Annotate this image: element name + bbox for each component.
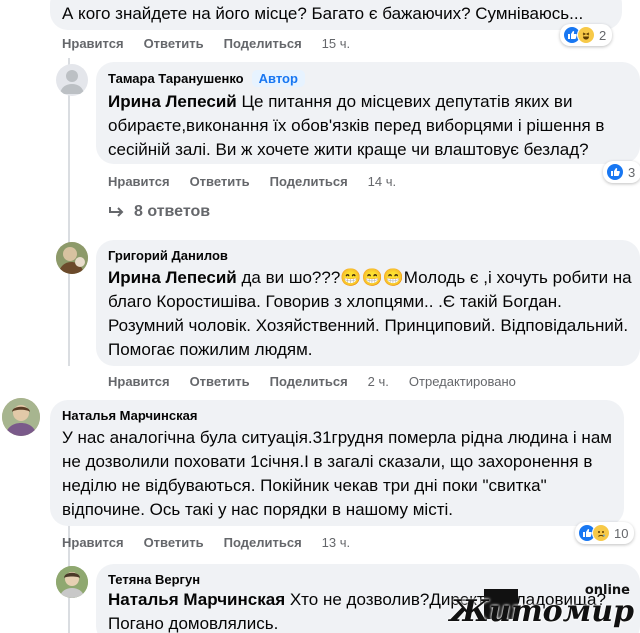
share-button[interactable]: Поделиться xyxy=(224,36,302,51)
comment-actions: Нравится Ответить Поделиться 13 ч. xyxy=(62,535,370,550)
comment-bubble: Тамара Таранушенко Автор Ирина Лепесий Ц… xyxy=(96,62,640,164)
haha-reaction-icon xyxy=(577,26,595,44)
comment-author[interactable]: Тетяна Вергун xyxy=(108,572,200,587)
share-button[interactable]: Поделиться xyxy=(224,535,302,550)
avatar[interactable] xyxy=(56,242,88,274)
comment-text: Ирина Лепесий Це питання до місцевих деп… xyxy=(108,90,632,162)
comment-bubble: Григорий Данилов Ирина Лепесий да ви шо?… xyxy=(96,240,640,366)
reply-button[interactable]: Ответить xyxy=(190,174,250,189)
reaction-summary[interactable]: 2 xyxy=(560,24,613,46)
like-button[interactable]: Нравится xyxy=(62,36,124,51)
comment-author[interactable]: Григорий Данилов xyxy=(108,248,228,263)
comment-bubble: Наталья Марчинская У нас аналогічна була… xyxy=(50,400,624,526)
avatar[interactable] xyxy=(56,64,88,96)
comment-timestamp[interactable]: 13 ч. xyxy=(322,535,350,550)
mention-link[interactable]: Наталья Марчинская xyxy=(108,590,285,609)
like-reaction-icon xyxy=(606,163,624,181)
mention-link[interactable]: Ирина Лепесий xyxy=(108,92,237,111)
comment-text: У нас аналогічна була ситуація.31грудня … xyxy=(62,428,612,519)
comment-timestamp[interactable]: 2 ч. xyxy=(368,374,389,389)
replies-count: 8 ответов xyxy=(134,203,211,220)
sad-reaction-icon xyxy=(592,524,610,542)
avatar[interactable] xyxy=(2,398,40,436)
comment-body-continued: Погано домовлялись. xyxy=(108,614,279,633)
comment-author[interactable]: Тамара Таранушенко xyxy=(108,71,244,86)
share-button[interactable]: Поделиться xyxy=(270,374,348,389)
comment-actions: Нравится Ответить Поделиться 15 ч. xyxy=(62,36,370,51)
author-badge: Автор xyxy=(251,70,305,87)
like-button[interactable]: Нравится xyxy=(108,374,170,389)
reply-button[interactable]: Ответить xyxy=(190,374,250,389)
reaction-summary[interactable]: 3 xyxy=(603,161,640,183)
comment-text: А кого знайдете на його місце? Багато є … xyxy=(62,4,584,23)
profile-photo-icon xyxy=(2,398,40,436)
comment-actions: Нравится Ответить Поделиться 2 ч. Отреда… xyxy=(108,374,516,389)
comment-body: да ви шо???😁😁😁 xyxy=(236,268,404,287)
site-watermark: online Житомир xyxy=(450,583,634,629)
reaction-count: 10 xyxy=(614,525,629,541)
like-button[interactable]: Нравится xyxy=(108,174,170,189)
like-button[interactable]: Нравится xyxy=(62,535,124,550)
reply-button[interactable]: Ответить xyxy=(144,535,204,550)
comment-actions: Нравится Ответить Поделиться 14 ч. xyxy=(108,174,416,189)
thread-connector xyxy=(68,216,70,366)
reply-button[interactable]: Ответить xyxy=(144,36,204,51)
comment-bubble: А кого знайдете на його місце? Багато є … xyxy=(50,0,622,30)
view-replies-button[interactable]: 8 ответов xyxy=(108,203,210,221)
reply-arrow-icon xyxy=(109,207,124,217)
watermark-name: Житомир xyxy=(449,594,634,629)
profile-photo-icon xyxy=(56,242,88,274)
reaction-summary[interactable]: 10 xyxy=(575,522,635,544)
comment-text: Ирина Лепесий да ви шо???😁😁😁Молодь є ,і … xyxy=(108,266,632,362)
default-avatar-icon xyxy=(60,70,84,94)
avatar[interactable] xyxy=(56,566,88,598)
comment-author[interactable]: Наталья Марчинская xyxy=(62,408,197,423)
reaction-count: 2 xyxy=(599,27,607,43)
edited-label: Отредактировано xyxy=(408,374,516,389)
mention-link[interactable]: Ирина Лепесий xyxy=(108,268,237,287)
comment-timestamp[interactable]: 14 ч. xyxy=(368,174,396,189)
profile-photo-icon xyxy=(56,566,88,598)
comment-timestamp[interactable]: 15 ч. xyxy=(322,36,350,51)
reaction-count: 3 xyxy=(628,164,636,180)
share-button[interactable]: Поделиться xyxy=(270,174,348,189)
